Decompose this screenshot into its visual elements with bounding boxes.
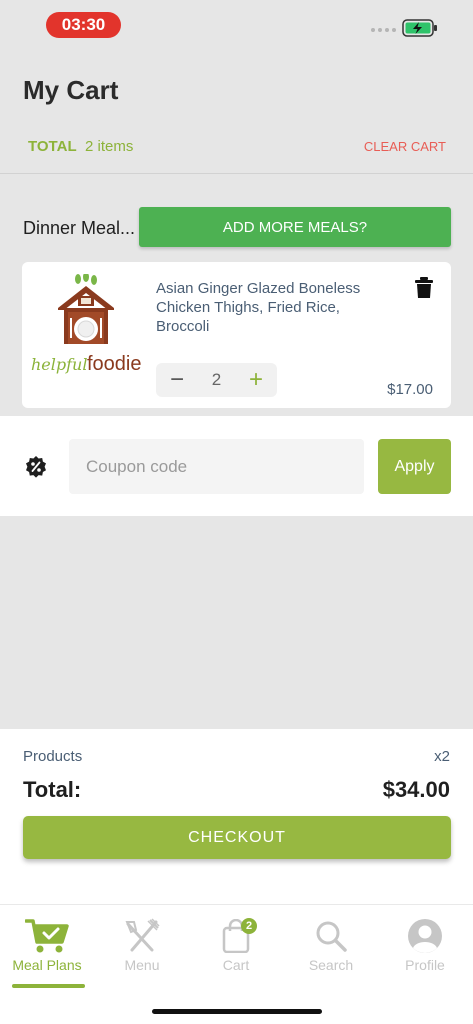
cart-count-badge: 2: [241, 918, 257, 934]
checkout-button[interactable]: CHECKOUT: [23, 816, 451, 859]
divider: [0, 173, 473, 174]
page-title: My Cart: [23, 75, 119, 105]
order-total-label: Total:: [23, 777, 82, 802]
discount-badge-icon: [26, 456, 46, 478]
tab-menu[interactable]: Menu: [95, 905, 189, 985]
search-icon: [316, 921, 347, 952]
cart-summary: TOTAL 2 items CLEAR CART: [28, 138, 446, 158]
profile-icon: [408, 919, 442, 953]
active-tab-indicator: [12, 984, 85, 988]
battery-icon: [402, 19, 437, 37]
meal-plan-name: Dinner Meal...: [23, 218, 136, 238]
tab-label: Cart: [222, 957, 250, 973]
home-indicator: [152, 1009, 322, 1014]
quantity-value: 2: [211, 370, 222, 389]
tab-meal-plans[interactable]: Meal Plans: [0, 905, 94, 985]
tab-profile[interactable]: Profile: [378, 905, 472, 985]
svg-text:foodie: foodie: [87, 353, 142, 375]
add-more-meals-button[interactable]: ADD MORE MEALS?: [139, 207, 451, 247]
decrease-quantity-button[interactable]: −: [166, 368, 188, 392]
quantity-stepper: − 2 +: [156, 363, 277, 397]
products-label: Products: [23, 748, 83, 765]
bottom-tab-bar: Meal Plans Menu 2 Cart Search Profile: [0, 904, 473, 1024]
tab-label: Menu: [124, 957, 160, 973]
helpful-foodie-logo: helpful foodie: [31, 274, 142, 375]
total-label: TOTAL: [28, 138, 77, 155]
tab-search[interactable]: Search: [284, 905, 378, 985]
products-count: x2: [434, 748, 450, 765]
items-count: 2 items: [85, 138, 134, 155]
tab-label: Search: [308, 957, 354, 973]
increase-quantity-button[interactable]: +: [245, 368, 267, 392]
cart-check-icon: [25, 919, 69, 953]
fork-knife-icon: [125, 918, 160, 952]
cart-item-name: Asian Ginger Glazed Boneless Chicken Thi…: [156, 280, 361, 335]
status-bar: 03:30: [0, 0, 473, 50]
order-total-amount: $34.00: [382, 777, 450, 802]
cart-item-price: $17.00: [387, 381, 433, 398]
svg-text:helpful: helpful: [31, 355, 87, 374]
apply-coupon-button[interactable]: Apply: [378, 439, 451, 494]
status-time: 03:30: [46, 12, 121, 38]
trash-icon[interactable]: [414, 277, 434, 299]
signal-icon: [371, 28, 396, 32]
cart-item-card: helpful foodie Asian Ginger Glazed Bonel…: [22, 262, 451, 408]
tab-label: Profile: [405, 957, 445, 973]
checkout-panel: Products x2 Total: $34.00 CHECKOUT: [0, 729, 473, 904]
tab-cart[interactable]: 2 Cart: [189, 905, 283, 985]
tab-label: Meal Plans: [12, 957, 82, 973]
clear-cart-button[interactable]: CLEAR CART: [364, 139, 446, 154]
coupon-code-input[interactable]: [69, 439, 364, 494]
coupon-section: Apply: [0, 416, 473, 516]
